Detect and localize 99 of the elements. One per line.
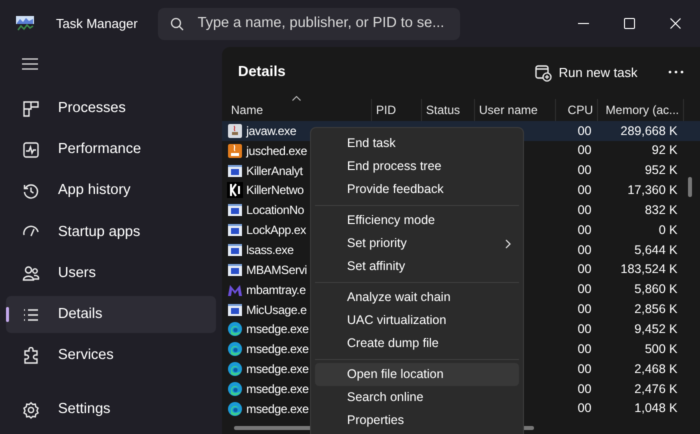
app-icon (16, 16, 34, 32)
cpu-cell-text: 00 (576, 400, 592, 418)
cpu-cell-text: 00 (576, 182, 592, 200)
cpu-cell-text: 00 (576, 360, 592, 378)
cpu-cell-text: 00 (576, 301, 592, 318)
cpu-cell-text: 00 (576, 122, 592, 140)
menu-item[interactable]: Set affinity (315, 255, 519, 278)
swirl-icon (227, 361, 243, 378)
swirl-icon (227, 321, 243, 338)
process-name[interactable]: MicUsage.e (246, 300, 307, 319)
k-logo-icon (227, 182, 243, 198)
window-icon (227, 162, 243, 179)
cpu-cell-text: 00 (576, 142, 592, 160)
sidebar-item[interactable]: App history (6, 172, 216, 210)
cpu-cell-text: 00 (576, 380, 592, 398)
memory-cell-text: 183,524 K (620, 261, 678, 278)
memory-cell-text: 832 K (644, 202, 678, 219)
process-name[interactable]: msedge.exe (246, 360, 309, 378)
menu-item[interactable]: End task (315, 132, 519, 155)
memory-cell-text: 17,360 K (626, 182, 678, 200)
window-icon (227, 202, 243, 218)
swirl-icon (227, 341, 243, 358)
sidebar-item[interactable]: Processes (6, 90, 216, 127)
window-icon (227, 242, 243, 258)
memory-cell-text: 9,452 K (633, 320, 678, 338)
search-field[interactable]: Type a name, publisher, or PID to se... (158, 8, 460, 40)
process-name[interactable]: javaw.exe (246, 122, 296, 140)
cpu-cell-text: 00 (576, 222, 592, 239)
menu-item[interactable]: Provide feedback (315, 178, 519, 201)
process-name[interactable]: jusched.exe (246, 142, 307, 160)
menu-item[interactable]: Create dump file (315, 332, 519, 355)
cpu-cell-text: 00 (576, 202, 592, 219)
close-icon (670, 18, 680, 29)
run-new-task-button[interactable]: Run new task (528, 60, 644, 86)
menu-item[interactable]: Search online (315, 386, 519, 409)
history-icon (22, 182, 40, 200)
search-icon (170, 16, 184, 30)
cpu-cell-text: 00 (576, 242, 592, 259)
users-icon (22, 264, 40, 283)
swirl-icon (227, 400, 243, 417)
process-name[interactable]: msedge.exe (246, 380, 309, 398)
process-name[interactable]: lsass.exe (246, 240, 294, 259)
cpu-cell-text: 00 (576, 162, 592, 180)
maximize-icon (624, 18, 634, 29)
menu-item[interactable]: UAC virtualization (315, 309, 519, 332)
window-icon (227, 222, 243, 238)
menu-item[interactable]: Set priority (315, 232, 519, 255)
menu-item[interactable]: End process tree (315, 155, 519, 178)
settings-item[interactable]: Settings (6, 391, 216, 428)
memory-cell-text: 5,860 K (633, 281, 678, 298)
process-name[interactable]: msedge.exe (246, 320, 309, 338)
page-title: Details (238, 63, 286, 82)
window-icon (227, 262, 243, 278)
process-name[interactable]: KillerNetwo (246, 181, 304, 200)
process-name[interactable]: LocationNo (246, 201, 304, 220)
vertical-scrollbar[interactable] (688, 177, 692, 197)
puzzle-icon (22, 347, 40, 366)
window-title: Task Manager (56, 14, 138, 33)
menu-icon (22, 58, 38, 70)
sidebar-item[interactable]: Startup apps (6, 214, 216, 251)
cpu-cell-text: 00 (576, 281, 592, 298)
process-name[interactable]: LockApp.ex (246, 221, 306, 240)
sidebar-item[interactable]: Performance (6, 131, 216, 168)
menu-item[interactable]: Analyze wait chain (315, 286, 519, 309)
grid-icon (22, 100, 40, 118)
process-name[interactable]: KillerAnalyt (246, 162, 303, 180)
memory-cell-text: 2,476 K (633, 380, 678, 398)
memory-cell-text: 952 K (644, 162, 678, 180)
process-name[interactable]: mbamtray.e (246, 280, 306, 299)
sidebar-item[interactable]: Services (6, 338, 216, 375)
menu-item[interactable]: Properties (315, 409, 519, 432)
window-icon (227, 302, 243, 318)
process-name[interactable]: msedge.exe (246, 400, 309, 418)
settings-icon (22, 400, 40, 418)
memory-cell-text: 500 K (644, 340, 678, 358)
new-task-icon (534, 64, 552, 82)
memory-cell-text: 1,048 K (633, 400, 678, 418)
memory-cell-text: 2,856 K (633, 301, 678, 318)
cpu-cell-text: 00 (576, 261, 592, 278)
cpu-cell-text: 00 (576, 340, 592, 358)
memory-cell-text: 92 K (650, 142, 678, 160)
sidebar-item[interactable]: Details (6, 296, 216, 334)
sort-caret-icon (292, 96, 301, 101)
memory-cell-text: 2,468 K (633, 360, 678, 378)
minimize-icon (578, 23, 588, 24)
cup-icon (227, 142, 243, 159)
pulse-icon (22, 140, 40, 159)
swirl-icon (227, 380, 243, 397)
process-name[interactable]: msedge.exe (246, 340, 309, 358)
memory-cell-text: 0 K (658, 222, 678, 239)
menu-item[interactable]: Efficiency mode (315, 209, 519, 232)
memory-cell-text: 289,668 K (620, 122, 678, 140)
more-icon (668, 70, 684, 74)
menu-item[interactable]: Open file location (315, 363, 519, 386)
memory-cell-text: 5,644 K (633, 242, 678, 259)
java-icon (227, 122, 243, 139)
sidebar-item[interactable]: Users (6, 255, 216, 292)
process-name[interactable]: MBAMServi (246, 260, 307, 279)
cpu-cell-text: 00 (576, 320, 592, 338)
